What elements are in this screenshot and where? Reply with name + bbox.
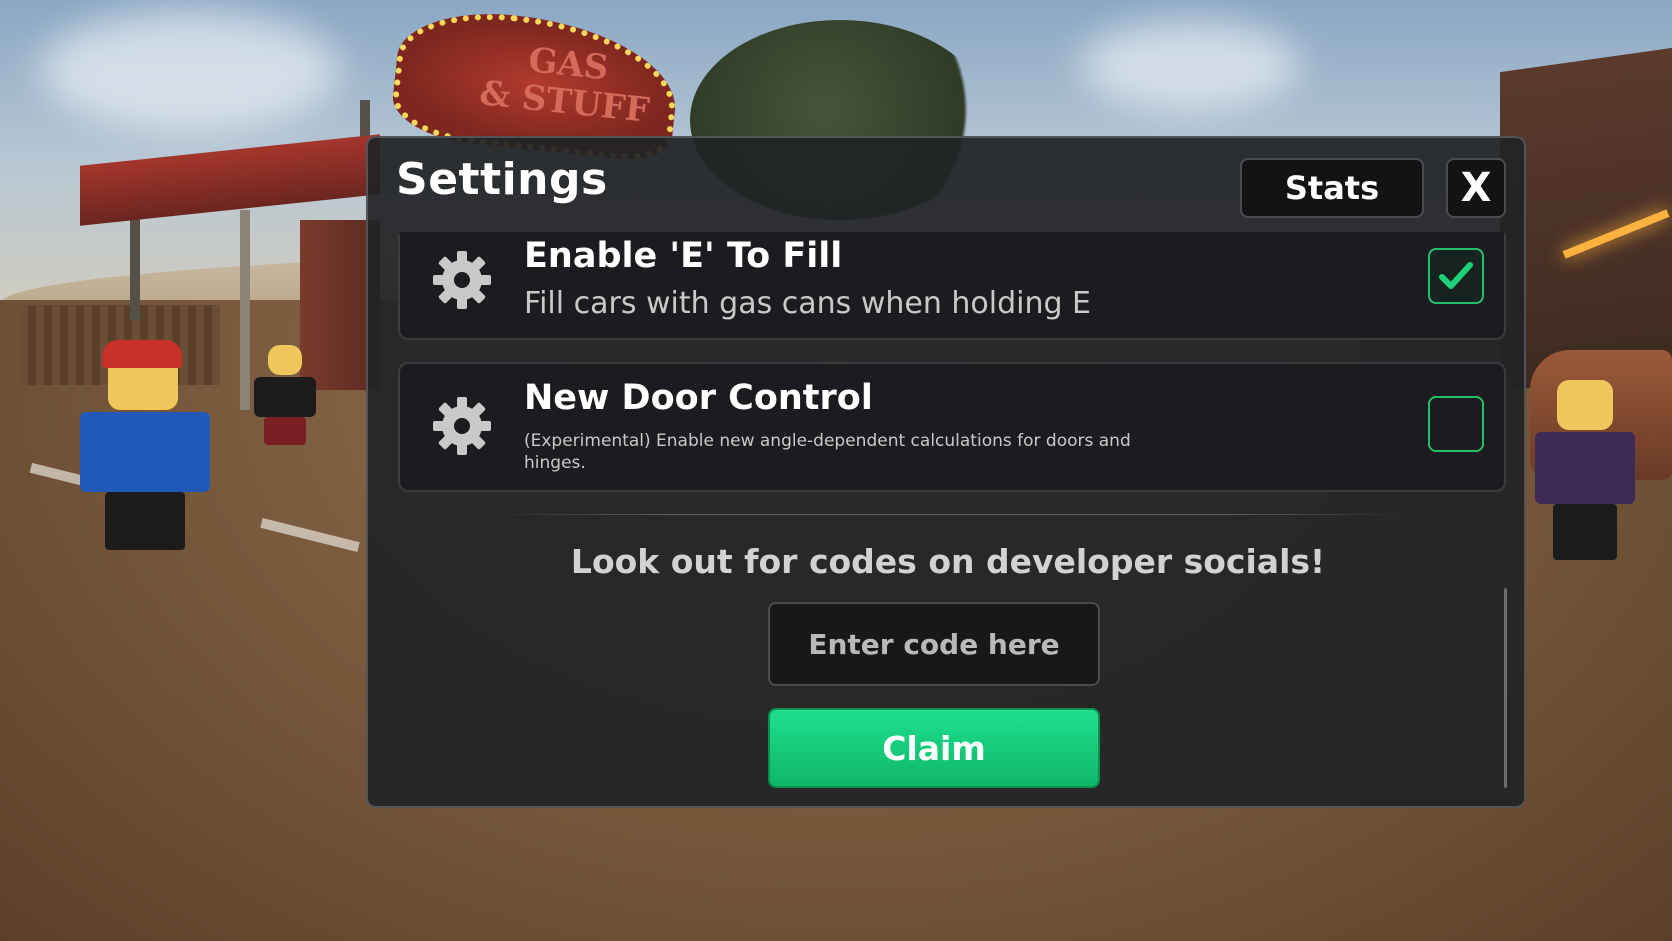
setting-enable-e-to-fill: Enable 'E' To Fill Fill cars with gas ca… (398, 232, 1506, 340)
stats-button[interactable]: Stats (1240, 158, 1424, 218)
player-avatar (250, 345, 320, 445)
settings-panel: Settings Stats X Enable 'E' To Fill Fill… (366, 136, 1526, 808)
scrollbar[interactable] (1504, 588, 1507, 788)
new-door-control-checkbox[interactable] (1428, 396, 1484, 452)
stats-button-label: Stats (1284, 169, 1380, 207)
codes-heading: Look out for codes on developer socials! (570, 542, 1326, 581)
cloud (1080, 20, 1300, 110)
claim-button-label: Claim (882, 728, 986, 768)
option-title: New Door Control (524, 378, 873, 418)
option-description: (Experimental) Enable new angle-dependen… (524, 431, 1131, 473)
gear-icon (433, 397, 491, 455)
panel-title: Settings (396, 154, 608, 205)
checkmark-icon (1439, 262, 1473, 289)
player-avatar (1535, 380, 1635, 560)
divider (488, 514, 1408, 515)
claim-button[interactable]: Claim (768, 708, 1100, 788)
gear-icon (433, 251, 491, 309)
option-title: Enable 'E' To Fill (524, 236, 843, 276)
player-avatar (80, 340, 210, 550)
code-input[interactable] (768, 602, 1100, 686)
close-icon: X (1460, 165, 1492, 211)
option-description: Fill cars with gas cans when holding E (524, 286, 1092, 321)
canopy-pillar (240, 210, 250, 410)
cloud (40, 10, 340, 130)
sign-logo-text: GAS & STUFF (477, 40, 652, 131)
close-button[interactable]: X (1446, 158, 1506, 218)
setting-new-door-control: New Door Control (Experimental) Enable n… (398, 362, 1506, 492)
enable-e-to-fill-checkbox[interactable] (1428, 248, 1484, 304)
